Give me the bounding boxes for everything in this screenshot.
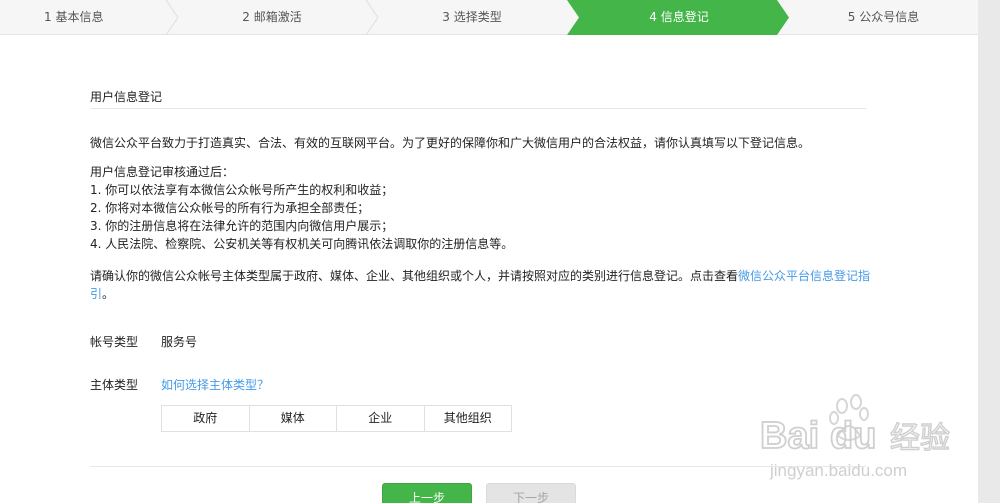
subject-type-other-org[interactable]: 其他组织	[425, 406, 512, 431]
step-progress-bar: 1 基本信息 2 邮箱激活 3 选择类型 4 信息登记 5 公众号信息	[0, 0, 978, 35]
intro-text: 微信公众平台致力于打造真实、合法、有效的互联网平台。为了更好的保障你和广大微信用…	[90, 136, 811, 150]
subject-type-media[interactable]: 媒体	[250, 406, 337, 431]
registration-guide-link-cont[interactable]: 引	[90, 287, 102, 301]
watermark-suffix: 经验	[890, 421, 950, 456]
subject-type-government[interactable]: 政府	[162, 406, 250, 431]
scrollbar-track[interactable]	[978, 0, 1000, 503]
section-title: 用户信息登记	[90, 90, 163, 104]
step-label: 4 信息登记	[649, 10, 709, 24]
step-5: 5 公众号信息	[789, 0, 978, 35]
account-type-label: 帐号类型	[90, 335, 139, 349]
review-item-1: 1. 你可以依法享有本微信公众帐号所产生的权利和收益；	[90, 183, 394, 197]
next-step-button[interactable]: 下一步	[486, 483, 576, 503]
confirm-text: 请确认你的微信公众帐号主体类型属于政府、媒体、企业、其他组织或个人，并请按照对应…	[90, 267, 870, 285]
registration-guide-link[interactable]: 微信公众平台信息登记指	[738, 269, 870, 283]
step-label: 2 邮箱激活	[242, 10, 302, 24]
section-divider	[90, 108, 866, 109]
step-separator	[166, 0, 178, 35]
review-item-4: 4. 人民法院、检察院、公安机关等有权机关可向腾讯依法调取你的注册信息等。	[90, 237, 514, 251]
confirm-tail: 。	[102, 287, 115, 301]
step-separator	[366, 0, 378, 35]
step-label: 3 选择类型	[442, 10, 502, 24]
subject-type-selector: 政府 媒体 企业 其他组织	[161, 405, 512, 432]
step-1: 1 基本信息	[0, 0, 166, 35]
prev-step-button[interactable]: 上一步	[382, 483, 472, 503]
watermark-url: jingyan.baidu.com	[769, 461, 907, 480]
subject-type-help-link[interactable]: 如何选择主体类型？	[161, 376, 269, 393]
subject-type-label: 主体类型	[90, 378, 139, 392]
account-type-value: 服务号	[161, 335, 198, 349]
step-label: 1 基本信息	[44, 10, 104, 24]
watermark-brand: Bai	[760, 415, 819, 457]
review-heading: 用户信息登记审核通过后：	[90, 165, 235, 179]
watermark-brand-du: du	[830, 415, 876, 457]
confirm-body: 请确认你的微信公众帐号主体类型属于政府、媒体、企业、其他组织或个人，并请按照对应…	[90, 269, 739, 283]
step-2: 2 邮箱激活	[178, 0, 366, 35]
step-label: 5 公众号信息	[847, 10, 920, 24]
step-3: 3 选择类型	[378, 0, 566, 35]
review-item-2: 2. 你将对本微信公众帐号的所有行为承担全部责任；	[90, 201, 370, 215]
subject-type-enterprise[interactable]: 企业	[337, 406, 425, 431]
step-4-active: 4 信息登记	[579, 0, 779, 35]
footer-divider	[90, 466, 866, 467]
confirm-text-line2: 引。	[90, 285, 114, 303]
baidu-jingyan-watermark: Bai du 经验 jingyan.baidu.com	[760, 394, 951, 480]
review-item-3: 3. 你的注册信息将在法律允许的范围内向微信用户展示；	[90, 219, 394, 233]
